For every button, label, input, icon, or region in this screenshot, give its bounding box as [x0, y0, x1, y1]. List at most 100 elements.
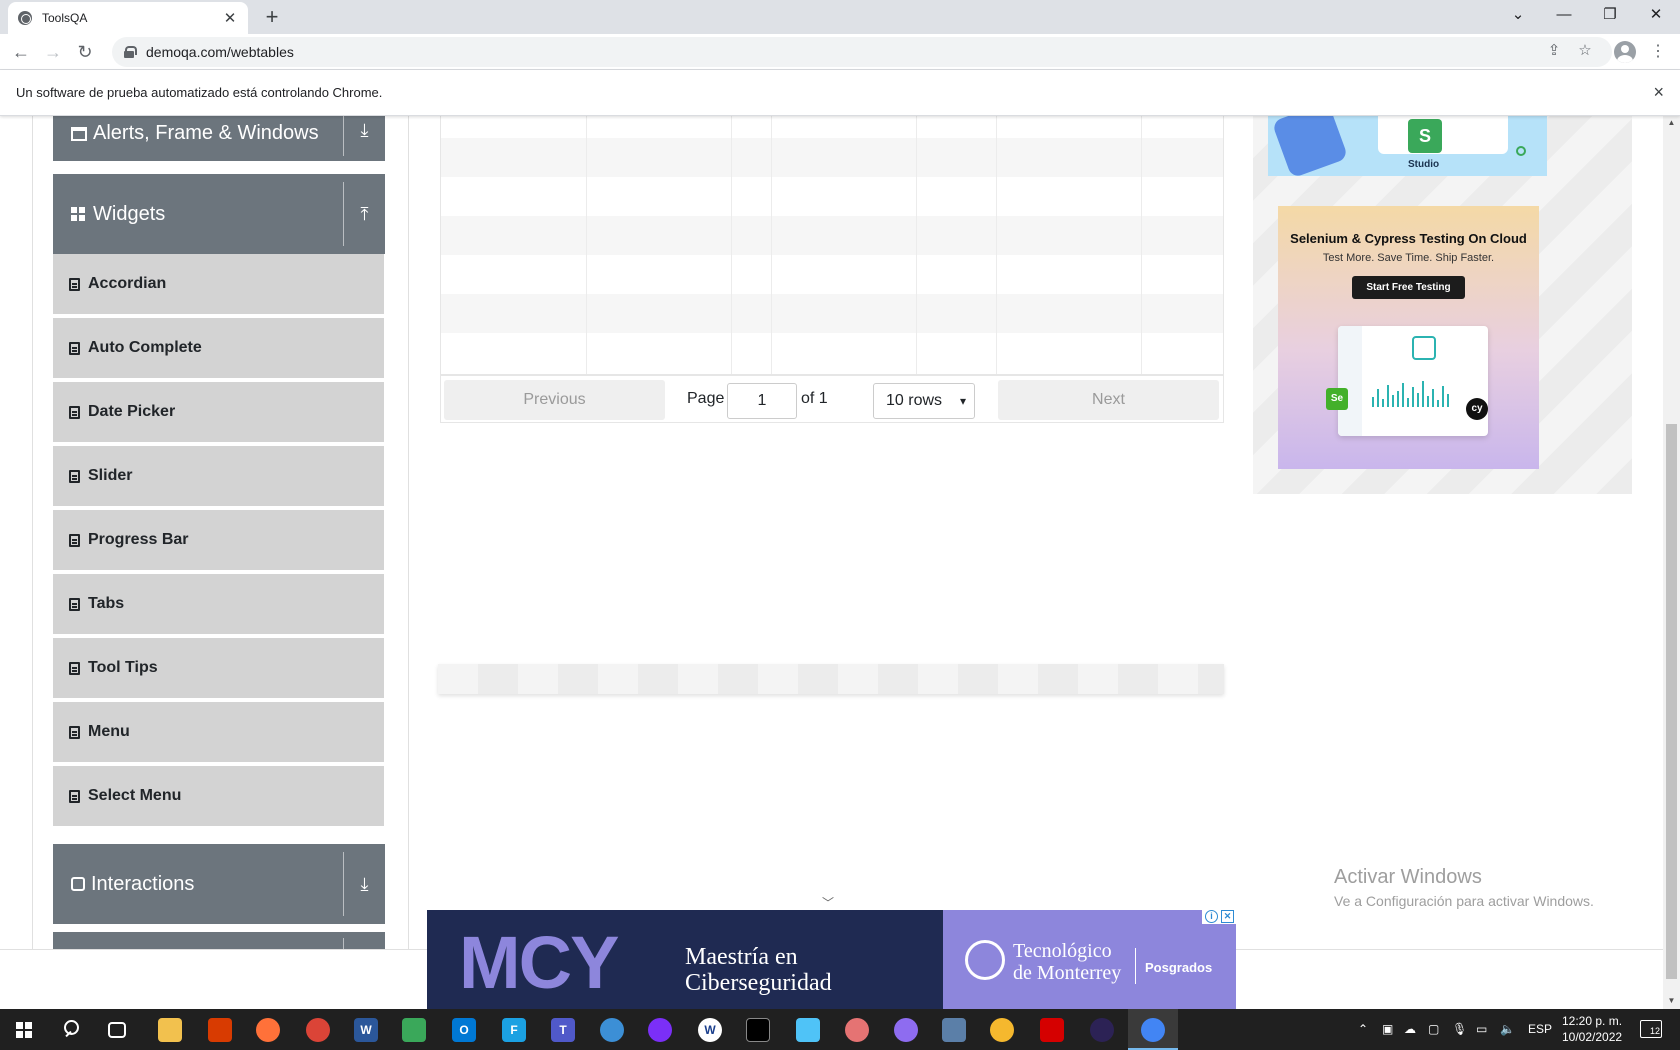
ad-title: Selenium & Cypress Testing On Cloud	[1290, 231, 1527, 246]
start-free-testing-button[interactable]: Start Free Testing	[1352, 276, 1465, 299]
mcy-banner-ad[interactable]: MCY Maestría en Ciberseguridad Tecnológi…	[427, 910, 1236, 1009]
tray-app-icon[interactable]: ▣	[1382, 1022, 1393, 1036]
tray-app-icon-2[interactable]: ▢	[1428, 1022, 1439, 1036]
chrome-menu-icon[interactable]: ⋮	[1650, 40, 1666, 64]
rows-per-page-value: 10 rows	[886, 392, 943, 409]
menu-item-tabs[interactable]: Tabs	[53, 574, 384, 636]
expand-down-icon[interactable]: ⤓	[343, 116, 385, 156]
expand-down-icon[interactable]: ⤓	[343, 852, 385, 916]
media-app-icon[interactable]	[402, 1018, 426, 1042]
globe-app-icon[interactable]	[600, 1018, 624, 1042]
address-bar[interactable]: demoqa.com/webtables	[112, 37, 1612, 67]
chevron-down-icon[interactable]: ﹀	[822, 894, 834, 911]
download-app-icon[interactable]	[942, 1018, 966, 1042]
profile-avatar-icon[interactable]	[1614, 41, 1636, 63]
tab-close-icon[interactable]: ✕	[222, 9, 238, 27]
microphone-icon[interactable]: 🎙	[1452, 1022, 1467, 1036]
document-icon	[69, 469, 80, 483]
terminal-icon[interactable]	[746, 1018, 770, 1042]
page-number-input[interactable]	[727, 383, 797, 419]
f-app-icon[interactable]: F	[502, 1018, 526, 1042]
mockup-sidebar	[1338, 326, 1362, 436]
notification-center-icon[interactable]: 12	[1640, 1020, 1662, 1038]
table-row	[441, 216, 1223, 255]
notepad-icon[interactable]	[796, 1018, 820, 1042]
ad-close-icon[interactable]: ✕	[1221, 909, 1234, 923]
selenium-cypress-ad[interactable]: Selenium & Cypress Testing On Cloud Test…	[1278, 206, 1539, 469]
restore-button[interactable]: ❐	[1595, 4, 1625, 26]
tec-seal-icon	[965, 940, 1005, 980]
ad-choices[interactable]: i ✕	[1202, 908, 1236, 924]
back-icon[interactable]: ←	[8, 39, 34, 65]
menu-item-label: Select Menu	[88, 787, 182, 804]
scroll-up-icon[interactable]: ▲	[1663, 118, 1680, 127]
reload-icon[interactable]: ↻	[72, 39, 98, 65]
browser-tab[interactable]: ToolsQA ✕	[8, 2, 248, 34]
volume-icon[interactable]: 🔈	[1500, 1022, 1515, 1036]
column-divider	[916, 116, 917, 374]
system-clock[interactable]: 12:20 p. m. 10/02/2022	[1562, 1013, 1622, 1045]
menu-item-menu[interactable]: Menu	[53, 702, 384, 764]
tray-chevron-icon[interactable]: ⌃	[1358, 1022, 1368, 1036]
windows-start-icon[interactable]	[16, 1022, 32, 1038]
chevron-down-icon: ▾	[959, 394, 966, 408]
table-row	[441, 333, 1223, 372]
menu-item-select-menu[interactable]: Select Menu	[53, 766, 384, 828]
menu-item-date-picker[interactable]: Date Picker	[53, 382, 384, 444]
infobar-close-icon[interactable]: ×	[1653, 82, 1664, 103]
bookmark-star-icon[interactable]: ☆	[1573, 39, 1597, 63]
tec-line-1: Tecnológico	[1013, 940, 1112, 962]
input-language[interactable]: ESP	[1528, 1022, 1552, 1036]
outlook-icon[interactable]: O	[452, 1018, 476, 1042]
task-view-icon[interactable]	[108, 1022, 126, 1038]
eclipse-like-icon[interactable]	[894, 1018, 918, 1042]
widgets-icon	[71, 207, 87, 221]
chrome-icon[interactable]	[1141, 1018, 1165, 1042]
word-icon[interactable]: W	[354, 1018, 378, 1042]
collapse-up-icon[interactable]: ⤒	[343, 182, 385, 246]
menu-item-slider[interactable]: Slider	[53, 446, 384, 508]
paint-icon[interactable]	[845, 1018, 869, 1042]
acrobat-icon[interactable]	[1040, 1018, 1064, 1042]
file-explorer-icon[interactable]	[158, 1018, 182, 1042]
tray-cloud-icon[interactable]: ☁	[1404, 1022, 1416, 1036]
app-icon[interactable]: W	[698, 1018, 722, 1042]
chrome-canary-icon[interactable]	[306, 1018, 330, 1042]
group-next[interactable]	[53, 932, 385, 950]
page-label: Page	[687, 390, 725, 407]
menu-item-tool-tips[interactable]: Tool Tips	[53, 638, 384, 700]
network-icon[interactable]: ▭	[1476, 1022, 1487, 1036]
tab-search-icon[interactable]: ⌄	[1503, 4, 1533, 26]
minimize-button[interactable]: —	[1549, 4, 1579, 26]
menu-item-progress-bar[interactable]: Progress Bar	[53, 510, 384, 572]
taskbar-search-icon[interactable]	[62, 1019, 82, 1039]
infobar-text: Un software de prueba automatizado está …	[16, 85, 383, 100]
group-alerts[interactable]: Alerts, Frame & Windows ⤓	[53, 116, 385, 161]
podcast-app-icon[interactable]	[648, 1018, 672, 1042]
menu-item-auto-complete[interactable]: Auto Complete	[53, 318, 384, 380]
close-window-button[interactable]: ✕	[1641, 4, 1671, 26]
new-tab-button[interactable]: +	[260, 5, 284, 29]
office-icon[interactable]	[208, 1018, 232, 1042]
firefox-icon[interactable]	[256, 1018, 280, 1042]
scrollbar-thumb[interactable]	[1666, 424, 1677, 979]
group-interactions[interactable]: Interactions ⤓	[53, 844, 385, 924]
eclipse-icon[interactable]	[1090, 1018, 1114, 1042]
scroll-down-icon[interactable]: ▼	[1663, 996, 1680, 1005]
menu-item-accordian[interactable]: Accordian	[53, 254, 384, 316]
teams-icon[interactable]: T	[551, 1018, 575, 1042]
next-button[interactable]: Next	[998, 380, 1219, 420]
page-scrollbar[interactable]: ▲ ▼	[1663, 116, 1680, 1009]
studio-ad[interactable]: S Studio	[1268, 116, 1547, 176]
forward-icon[interactable]: →	[40, 39, 66, 65]
share-icon[interactable]: ⇪	[1542, 39, 1566, 63]
studio-caption: Studio	[1408, 159, 1440, 170]
rows-per-page-select[interactable]: 10 rows ▾	[873, 383, 975, 419]
document-icon	[69, 597, 80, 611]
previous-button[interactable]: Previous	[444, 380, 665, 420]
group-widgets[interactable]: Widgets ⤒	[53, 174, 385, 254]
snip-tool-icon[interactable]	[990, 1018, 1014, 1042]
ad-info-icon[interactable]: i	[1205, 909, 1218, 923]
menu-item-label: Progress Bar	[88, 531, 189, 548]
menu-item-label: Tabs	[88, 595, 125, 612]
